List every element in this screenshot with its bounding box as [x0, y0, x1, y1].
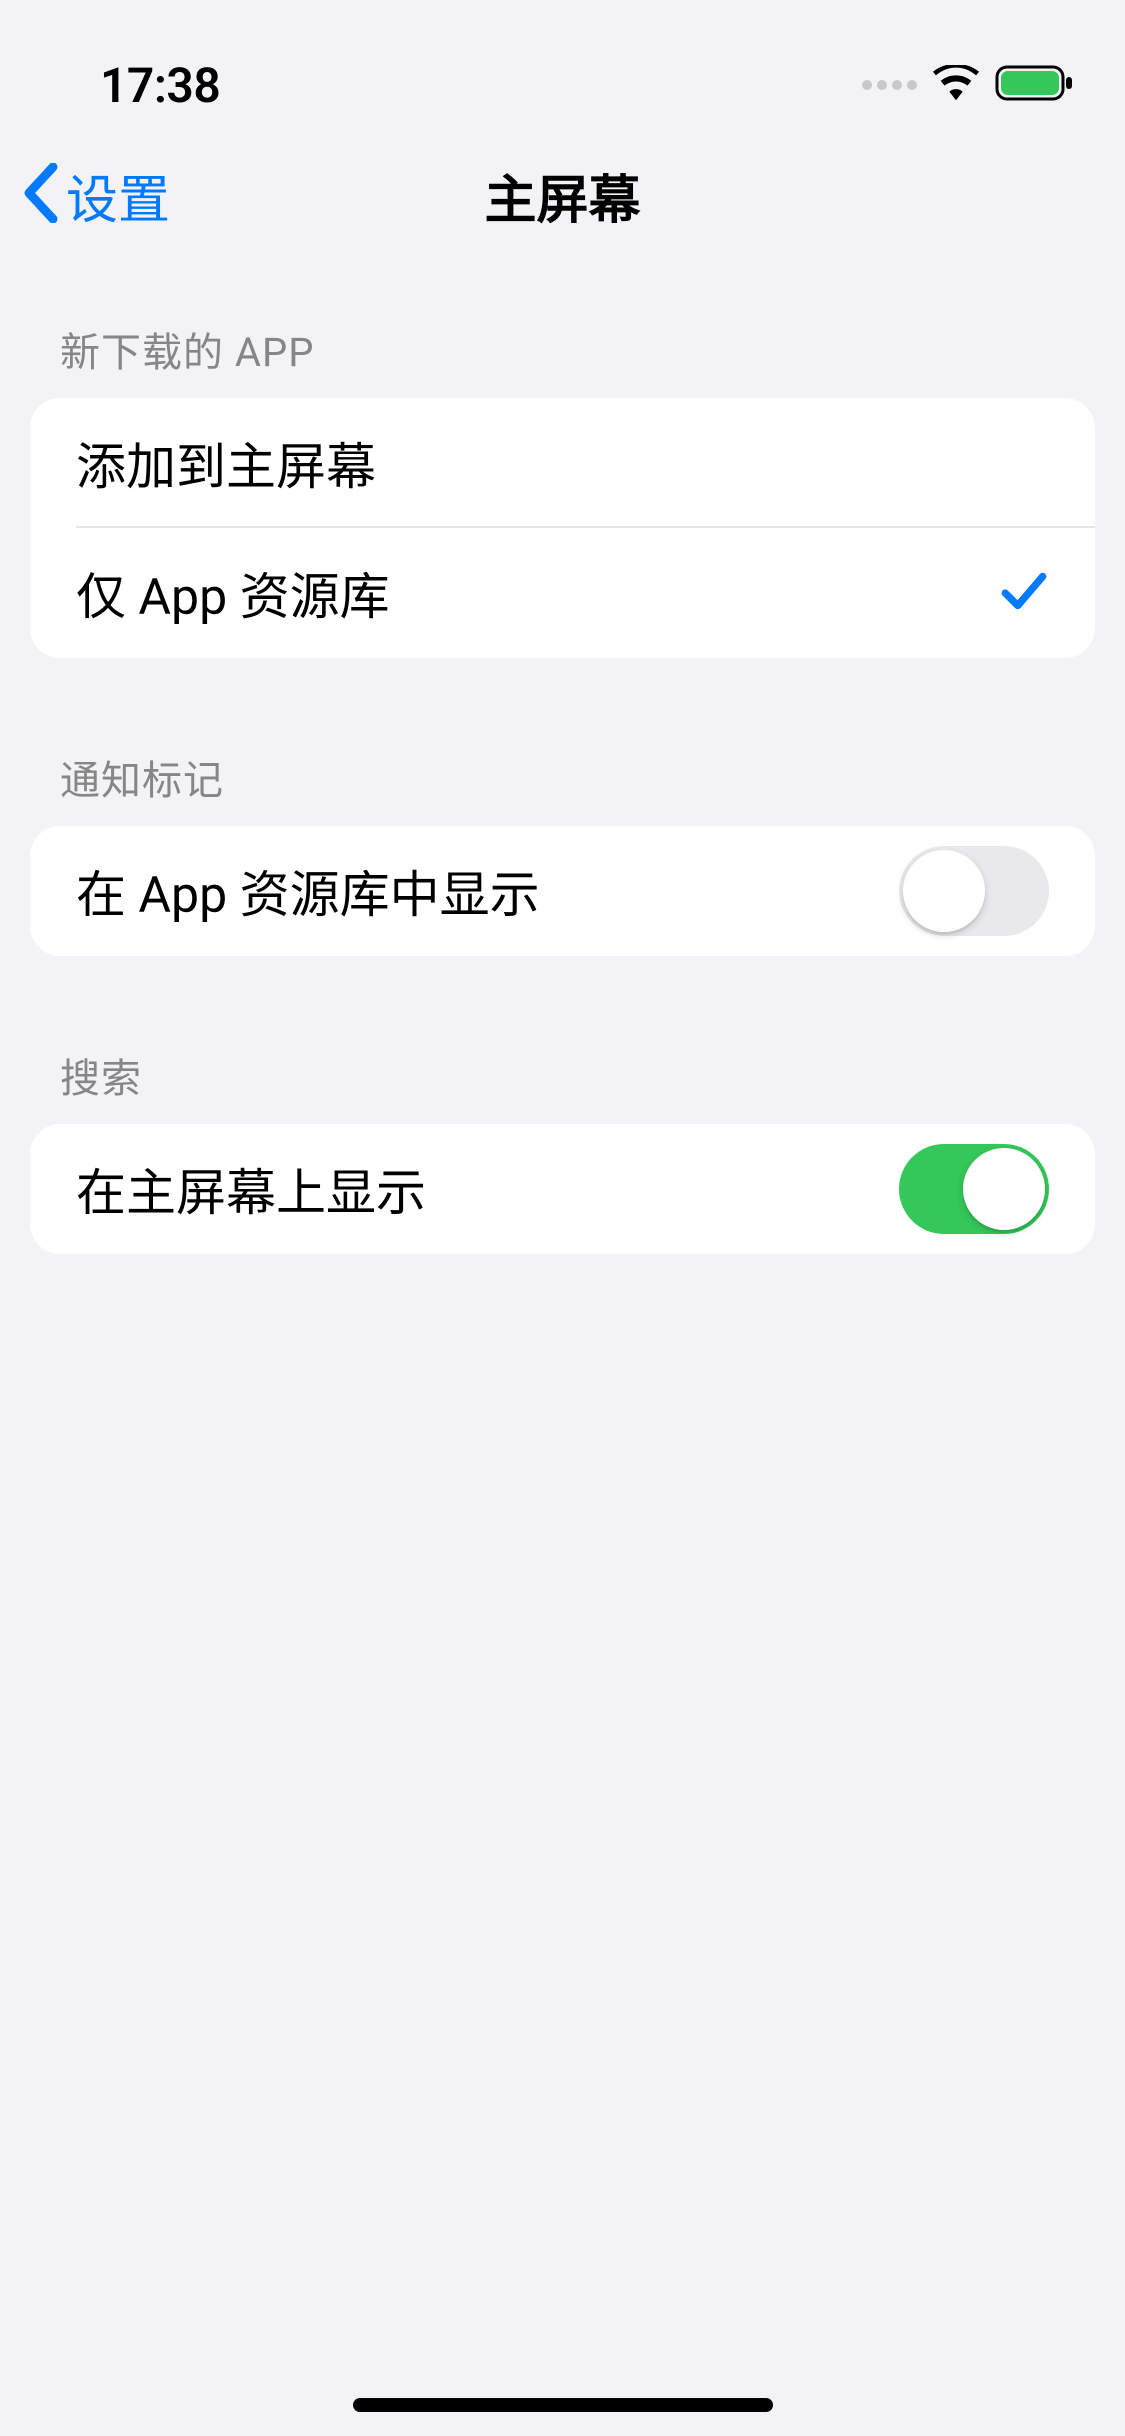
row-label: 在主屏幕上显示: [76, 1153, 426, 1225]
signal-dots-icon: [862, 80, 917, 90]
row-show-on-home-screen: 在主屏幕上显示: [30, 1124, 1095, 1254]
wifi-icon: [933, 65, 979, 105]
page-title: 主屏幕: [484, 158, 640, 233]
option-label: 仅 App 资源库: [76, 557, 390, 629]
status-time: 17:38: [100, 57, 220, 114]
chevron-left-icon: [22, 163, 60, 227]
nav-bar: 设置 主屏幕: [0, 130, 1125, 260]
list-group-newly-downloaded: 添加到主屏幕 仅 App 资源库: [30, 398, 1095, 658]
option-app-library-only[interactable]: 仅 App 资源库: [30, 528, 1095, 658]
switch-knob: [903, 850, 985, 932]
list-group-notification-badges: 在 App 资源库中显示: [30, 826, 1095, 956]
section-header-newly-downloaded: 新下载的 APP: [0, 320, 1125, 398]
checkmark-icon: [999, 566, 1049, 620]
row-show-in-app-library: 在 App 资源库中显示: [30, 826, 1095, 956]
back-button[interactable]: 设置: [22, 158, 170, 233]
switch-knob: [963, 1148, 1045, 1230]
battery-icon: [995, 63, 1075, 107]
content: 新下载的 APP 添加到主屏幕 仅 App 资源库 通知标记 在 App 资源库…: [0, 260, 1125, 1254]
toggle-show-on-home-screen[interactable]: [899, 1144, 1049, 1234]
list-group-search: 在主屏幕上显示: [30, 1124, 1095, 1254]
option-add-to-home-screen[interactable]: 添加到主屏幕: [30, 398, 1095, 528]
section-header-notification-badges: 通知标记: [0, 748, 1125, 826]
status-bar: 17:38: [0, 0, 1125, 130]
section-header-search: 搜索: [0, 1046, 1125, 1124]
option-label: 添加到主屏幕: [76, 427, 376, 499]
row-label: 在 App 资源库中显示: [76, 855, 540, 927]
home-indicator[interactable]: [353, 2398, 773, 2412]
toggle-show-in-app-library[interactable]: [899, 846, 1049, 936]
back-label: 设置: [66, 158, 170, 233]
status-right: [862, 63, 1075, 107]
